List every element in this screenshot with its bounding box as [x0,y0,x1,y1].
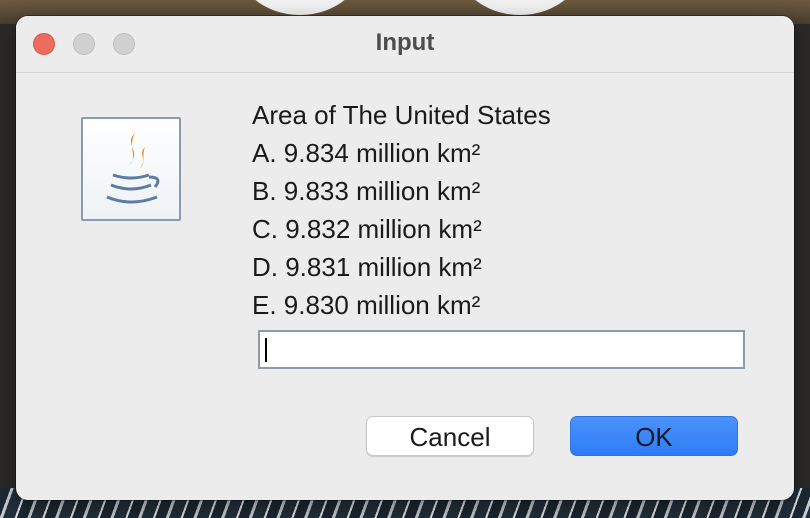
java-coffee-cup-icon [81,117,181,221]
answer-input[interactable] [258,330,745,369]
question-label: Area of The United States [252,100,551,130]
option-d: D. 9.831 million km² [252,252,482,282]
title-bar: Input [16,16,794,73]
option-b: B. 9.833 million km² [252,176,481,206]
input-dialog: Input Area of The United States A. 9.834… [16,16,794,500]
message-text: Area of The United States A. 9.834 milli… [252,96,551,324]
option-e: E. 9.830 million km² [252,290,481,320]
ok-button[interactable]: OK [570,416,738,456]
option-c: C. 9.832 million km² [252,214,482,244]
cancel-button[interactable]: Cancel [366,416,534,456]
option-a: A. 9.834 million km² [252,138,481,168]
window-title: Input [375,29,435,56]
text-caret [265,338,267,362]
